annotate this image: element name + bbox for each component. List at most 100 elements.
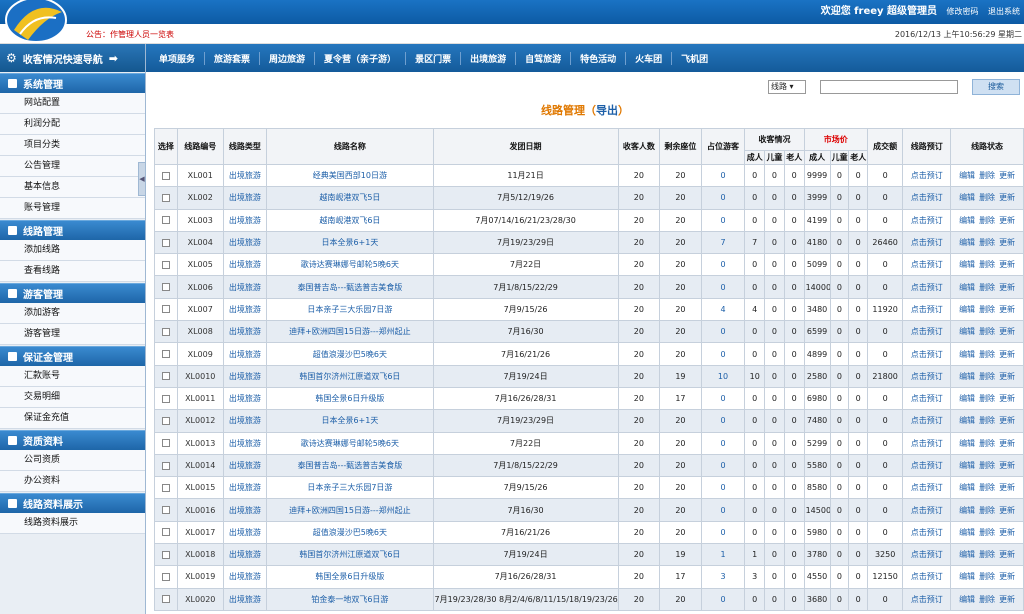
update-link[interactable]: 更新 xyxy=(999,528,1015,537)
route-name[interactable]: 铂金泰一地双飞6日游 xyxy=(266,587,434,611)
book-link[interactable]: 点击预订 xyxy=(911,283,943,292)
sidebar-item[interactable]: 公司资质 xyxy=(0,450,145,471)
update-link[interactable]: 更新 xyxy=(999,416,1015,425)
book-link[interactable]: 点击预订 xyxy=(911,216,943,225)
edit-link[interactable]: 编辑 xyxy=(959,305,975,314)
notice-text[interactable]: 公告：作管理人员一览表 xyxy=(86,29,174,40)
delete-link[interactable]: 删除 xyxy=(979,595,995,604)
update-link[interactable]: 更新 xyxy=(999,394,1015,403)
nav-item[interactable]: 单项服务 xyxy=(150,51,206,65)
update-link[interactable]: 更新 xyxy=(999,439,1015,448)
book-link[interactable]: 点击预订 xyxy=(911,327,943,336)
booked-visitors[interactable]: 7 xyxy=(700,230,746,255)
delete-link[interactable]: 删除 xyxy=(979,216,995,225)
book-link[interactable]: 点击预订 xyxy=(911,193,943,202)
update-link[interactable]: 更新 xyxy=(999,260,1015,269)
row-checkbox[interactable] xyxy=(161,283,170,292)
row-checkbox[interactable] xyxy=(161,394,170,403)
row-checkbox[interactable] xyxy=(161,439,170,448)
delete-link[interactable]: 删除 xyxy=(979,528,995,537)
booked-visitors[interactable]: 0 xyxy=(700,409,746,433)
route-name[interactable]: 日本全景6+1天 xyxy=(266,230,434,255)
update-link[interactable]: 更新 xyxy=(999,350,1015,359)
delete-link[interactable]: 删除 xyxy=(979,483,995,492)
sidebar-item[interactable]: 游客管理 xyxy=(0,324,145,345)
delete-link[interactable]: 删除 xyxy=(979,506,995,515)
sidebar-section-2[interactable]: 游客管理 xyxy=(0,283,145,303)
book-link[interactable]: 点击预订 xyxy=(911,461,943,470)
book-link[interactable]: 点击预订 xyxy=(911,394,943,403)
delete-link[interactable]: 删除 xyxy=(979,572,995,581)
route-type[interactable]: 出境旅游 xyxy=(222,587,268,611)
update-link[interactable]: 更新 xyxy=(999,483,1015,492)
sidebar-item[interactable]: 利润分配 xyxy=(0,114,145,135)
sidebar-item[interactable]: 添加游客 xyxy=(0,303,145,324)
sidebar-item[interactable]: 保证金充值 xyxy=(0,408,145,429)
nav-item[interactable]: 特色活动 xyxy=(571,51,627,65)
sidebar-item[interactable]: 账号管理 xyxy=(0,198,145,219)
route-name[interactable]: 超值浪漫沙巴5晚6天 xyxy=(266,520,434,545)
route-name[interactable]: 越南岘港双飞6日 xyxy=(266,208,434,232)
search-button[interactable]: 搜索 xyxy=(972,79,1020,95)
route-type[interactable]: 出境旅游 xyxy=(222,208,268,232)
booked-visitors[interactable]: 0 xyxy=(700,498,746,522)
search-input[interactable] xyxy=(820,80,958,94)
sidebar-section-3[interactable]: 保证金管理 xyxy=(0,346,145,366)
booked-visitors[interactable]: 0 xyxy=(700,208,746,232)
update-link[interactable]: 更新 xyxy=(999,506,1015,515)
booked-visitors[interactable]: 0 xyxy=(700,587,746,611)
row-checkbox[interactable] xyxy=(161,461,170,470)
route-type[interactable]: 出境旅游 xyxy=(222,565,268,589)
collapse-sidebar-handle[interactable]: ◀ xyxy=(138,162,146,196)
booked-visitors[interactable]: 0 xyxy=(700,275,746,299)
route-select[interactable]: 线路 ▾ xyxy=(768,80,806,94)
booked-visitors[interactable]: 0 xyxy=(700,520,746,545)
route-type[interactable]: 出境旅游 xyxy=(222,498,268,522)
booked-visitors[interactable]: 0 xyxy=(700,253,746,277)
booked-visitors[interactable]: 10 xyxy=(700,364,746,388)
sidebar-item[interactable]: 添加线路 xyxy=(0,240,145,261)
row-checkbox[interactable] xyxy=(161,193,170,202)
route-name[interactable]: 日本亲子三大乐园7日游 xyxy=(266,476,434,500)
booked-visitors[interactable]: 0 xyxy=(700,476,746,500)
update-link[interactable]: 更新 xyxy=(999,216,1015,225)
route-name[interactable]: 迪拜+欧洲四国15日游---郑州起止 xyxy=(266,498,434,522)
booked-visitors[interactable]: 0 xyxy=(700,453,746,478)
update-link[interactable]: 更新 xyxy=(999,305,1015,314)
delete-link[interactable]: 删除 xyxy=(979,327,995,336)
nav-item[interactable]: 景区门票 xyxy=(406,51,462,65)
edit-link[interactable]: 编辑 xyxy=(959,171,975,180)
delete-link[interactable]: 删除 xyxy=(979,238,995,247)
delete-link[interactable]: 删除 xyxy=(979,394,995,403)
route-type[interactable]: 出境旅游 xyxy=(222,476,268,500)
row-checkbox[interactable] xyxy=(161,305,170,314)
route-type[interactable]: 出境旅游 xyxy=(222,253,268,277)
booked-visitors[interactable]: 0 xyxy=(700,386,746,411)
delete-link[interactable]: 删除 xyxy=(979,372,995,381)
book-link[interactable]: 点击预订 xyxy=(911,350,943,359)
route-name[interactable]: 韩国全景6日升级版 xyxy=(266,565,434,589)
edit-link[interactable]: 编辑 xyxy=(959,439,975,448)
booked-visitors[interactable]: 4 xyxy=(700,297,746,322)
row-checkbox[interactable] xyxy=(161,260,170,269)
route-name[interactable]: 泰国普吉岛---甄选普吉美食版 xyxy=(266,453,434,478)
sidebar-section-1[interactable]: 线路管理 xyxy=(0,220,145,240)
route-type[interactable]: 出境旅游 xyxy=(222,342,268,366)
route-type[interactable]: 出境旅游 xyxy=(222,230,268,255)
update-link[interactable]: 更新 xyxy=(999,171,1015,180)
booked-visitors[interactable]: 0 xyxy=(700,163,746,188)
route-name[interactable]: 泰国普吉岛---甄选普吉美食版 xyxy=(266,275,434,299)
route-type[interactable]: 出境旅游 xyxy=(222,186,268,210)
quick-nav-header[interactable]: ⚙ 收客情况快速导航 ➡ xyxy=(0,44,145,72)
route-type[interactable]: 出境旅游 xyxy=(222,520,268,545)
edit-link[interactable]: 编辑 xyxy=(959,506,975,515)
edit-link[interactable]: 编辑 xyxy=(959,528,975,537)
route-name[interactable]: 歌诗达赛琳娜号邮轮5晚6天 xyxy=(266,253,434,277)
booked-visitors[interactable]: 0 xyxy=(700,320,746,344)
edit-link[interactable]: 编辑 xyxy=(959,327,975,336)
edit-link[interactable]: 编辑 xyxy=(959,193,975,202)
book-link[interactable]: 点击预订 xyxy=(911,171,943,180)
row-checkbox[interactable] xyxy=(161,171,170,180)
edit-link[interactable]: 编辑 xyxy=(959,216,975,225)
row-checkbox[interactable] xyxy=(161,327,170,336)
